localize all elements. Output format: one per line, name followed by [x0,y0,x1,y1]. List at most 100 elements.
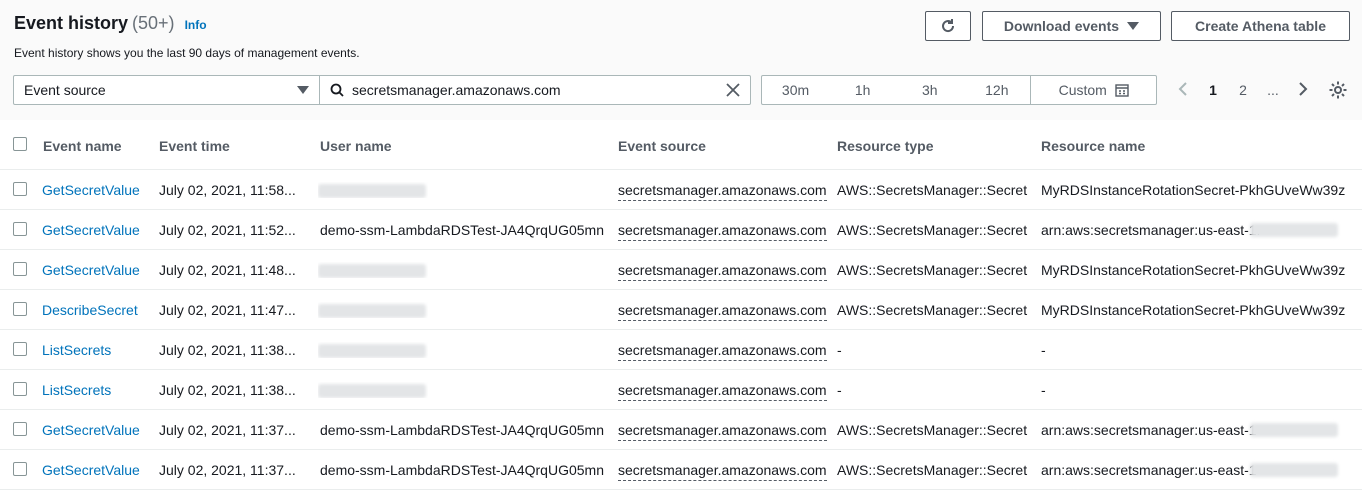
column-event-time[interactable]: Event time [159,138,230,154]
event-time-cell: July 02, 2021, 11:47... [159,302,296,318]
time-range-selector: 30m 1h 3h 12h Custom [761,75,1157,105]
refresh-button[interactable] [925,11,971,41]
event-source-cell[interactable]: secretsmanager.amazonaws.com [618,342,827,361]
event-name-link[interactable]: DescribeSecret [42,302,154,318]
user-name-cell-redacted [318,302,428,319]
event-name-link[interactable]: GetSecretValue [42,222,154,238]
page-subtitle: Event history shows you the last 90 days… [14,46,360,60]
row-checkbox[interactable] [13,462,27,476]
table-row: ListSecrets July 02, 2021, 11:38... secret… [0,370,1362,410]
select-all-checkbox[interactable] [13,137,27,151]
resource-name-cell: MyRDSInstanceRotationSecret-PkhGUveWw39z [1041,302,1346,318]
redacted-account-id [1250,223,1338,237]
event-source-cell[interactable]: secretsmanager.amazonaws.com [618,222,827,241]
search-icon [330,83,344,97]
gear-icon[interactable] [1328,80,1348,100]
time-range-30m[interactable]: 30m [762,76,829,104]
row-checkbox[interactable] [13,422,27,436]
event-source-cell[interactable]: secretsmanager.amazonaws.com [618,262,827,281]
resource-type-cell: AWS::SecretsManager::Secret [837,462,1028,478]
resource-type-cell: - [837,382,842,398]
user-name-cell-redacted [318,342,428,359]
column-resource-type[interactable]: Resource type [837,138,933,154]
row-checkbox[interactable] [13,262,27,276]
resource-name-cell: - [1041,382,1046,398]
resource-name-cell: MyRDSInstanceRotationSecret-PkhGUveWw39z [1041,182,1346,198]
row-checkbox[interactable] [13,182,27,196]
time-range-3h[interactable]: 3h [896,76,963,104]
user-name-cell-redacted [318,262,428,279]
event-name-link[interactable]: GetSecretValue [42,422,154,438]
lookup-attribute-value: Event source [24,82,106,98]
table-row: GetSecretValue July 02, 2021, 11:48... sec… [0,250,1362,290]
row-checkbox[interactable] [13,302,27,316]
event-time-cell: July 02, 2021, 11:58... [159,182,296,198]
search-box [320,75,751,105]
event-source-cell[interactable]: secretsmanager.amazonaws.com [618,462,827,481]
create-athena-table-button[interactable]: Create Athena table [1171,11,1350,41]
row-checkbox[interactable] [13,222,27,236]
column-user-name[interactable]: User name [320,138,392,154]
page-1[interactable]: 1 [1198,82,1228,98]
redacted-account-id [1250,463,1338,477]
event-time-cell: July 02, 2021, 11:37... [159,422,296,438]
time-range-12h[interactable]: 12h [963,76,1030,104]
column-resource-name[interactable]: Resource name [1041,138,1145,154]
caret-down-icon [1127,22,1140,30]
download-events-button[interactable]: Download events [982,11,1161,41]
event-time-cell: July 02, 2021, 11:38... [159,342,296,358]
event-time-cell: July 02, 2021, 11:38... [159,382,296,398]
column-event-source[interactable]: Event source [618,138,706,154]
page-title: Event history [14,13,129,33]
column-event-name[interactable]: Event name [43,138,122,154]
row-checkbox[interactable] [13,342,27,356]
resource-type-cell: AWS::SecretsManager::Secret [837,262,1028,278]
time-range-custom[interactable]: Custom [1030,76,1156,104]
table-row: ListSecrets July 02, 2021, 11:38... secret… [0,330,1362,370]
resource-type-cell: AWS::SecretsManager::Secret [837,182,1028,198]
chevron-right-icon[interactable] [1288,81,1318,99]
event-time-cell: July 02, 2021, 11:48... [159,262,296,278]
search-input[interactable] [352,82,726,98]
time-range-1h[interactable]: 1h [829,76,896,104]
row-checkbox[interactable] [13,382,27,396]
page-ellipsis: ... [1267,82,1279,98]
event-name-link[interactable]: ListSecrets [42,382,154,398]
event-source-cell[interactable]: secretsmanager.amazonaws.com [618,302,827,321]
user-name-cell: demo-ssm-LambdaRDSTest-JA4QrqUG05mn [320,222,604,238]
title-row: Event history (50+) Info [14,13,207,34]
user-name-cell-redacted [318,382,428,399]
download-events-label: Download events [1003,18,1120,34]
custom-label: Custom [1058,82,1107,98]
page-header: Event history (50+) Info Event history s… [0,0,1362,120]
user-name-cell: demo-ssm-LambdaRDSTest-JA4QrqUG05mn [320,462,604,478]
page-2[interactable]: 2 [1228,82,1258,98]
event-name-link[interactable]: GetSecretValue [42,182,154,198]
chevron-left-icon[interactable] [1168,81,1198,99]
event-time-cell: July 02, 2021, 11:37... [159,462,296,478]
redacted-account-id [1250,423,1338,437]
info-link[interactable]: Info [185,18,207,32]
event-source-cell[interactable]: secretsmanager.amazonaws.com [618,422,827,441]
lookup-attribute-select[interactable]: Event source [13,75,320,105]
resource-type-cell: AWS::SecretsManager::Secret [837,302,1028,318]
resource-type-cell: AWS::SecretsManager::Secret [837,422,1028,438]
table-row: DescribeSecret July 02, 2021, 11:47... sec… [0,290,1362,330]
event-time-cell: July 02, 2021, 11:52... [159,222,296,238]
event-source-cell[interactable]: secretsmanager.amazonaws.com [618,182,827,201]
event-source-cell[interactable]: secretsmanager.amazonaws.com [618,382,827,401]
table-row: GetSecretValue July 02, 2021, 11:37... dem… [0,410,1362,450]
event-name-link[interactable]: ListSecrets [42,342,154,358]
table-row: GetSecretValue July 02, 2021, 11:37... dem… [0,450,1362,490]
event-count: (50+) [132,13,175,33]
table-header: Event name Event time User name Event so… [0,120,1362,170]
event-name-link[interactable]: GetSecretValue [42,462,154,478]
refresh-icon [942,19,955,33]
clear-icon[interactable] [726,83,740,97]
table-row: GetSecretValue July 02, 2021, 11:52... dem… [0,210,1362,250]
caret-down-icon [297,86,309,94]
table-row: GetSecretValue July 02, 2021, 11:58... sec… [0,170,1362,210]
event-name-link[interactable]: GetSecretValue [42,262,154,278]
resource-name-cell: - [1041,342,1046,358]
user-name-cell: demo-ssm-LambdaRDSTest-JA4QrqUG05mn [320,422,604,438]
